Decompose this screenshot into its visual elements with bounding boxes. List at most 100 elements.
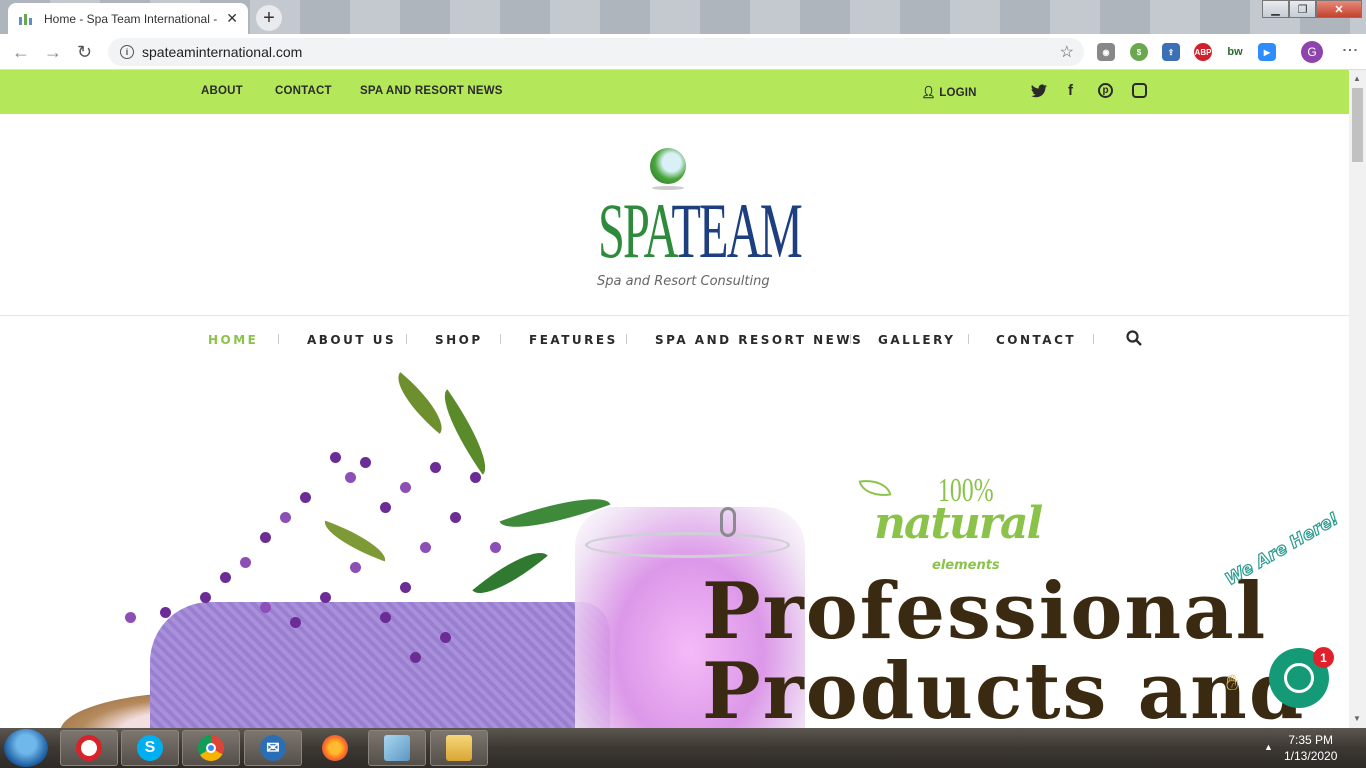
headline-line-1: Professional bbox=[702, 566, 1268, 657]
jar-clasp bbox=[720, 507, 736, 537]
bw-extension-icon[interactable]: bw bbox=[1226, 43, 1244, 61]
clock-date: 1/13/2020 bbox=[1284, 749, 1338, 763]
hero-banner: 100% natural elements Professional Produ… bbox=[0, 362, 1349, 728]
bookmark-star-icon[interactable]: ☆ bbox=[1060, 42, 1074, 62]
headline-line-2: Products and bbox=[702, 646, 1306, 729]
scroll-up-icon[interactable]: ▲ bbox=[1353, 74, 1361, 83]
page-viewport: ABOUT CONTACT SPA AND RESORT NEWS 👤︎ LOG… bbox=[0, 70, 1349, 728]
nav-shop[interactable]: SHOP bbox=[435, 333, 483, 347]
lavender-bud bbox=[410, 652, 421, 663]
lavender-bud bbox=[280, 512, 291, 523]
topbar-link-contact[interactable]: CONTACT bbox=[275, 85, 332, 97]
browser-menu-icon[interactable]: ⋮ bbox=[1340, 42, 1359, 56]
logo-drop-icon bbox=[650, 148, 686, 184]
lavender-bud bbox=[260, 602, 271, 613]
window-controls: ▁ ❐ ✕ bbox=[1262, 0, 1362, 18]
nav-separator bbox=[278, 334, 279, 344]
system-clock[interactable]: 7:35 PM 1/13/2020 bbox=[1284, 732, 1337, 764]
nav-about-us[interactable]: ABOUT US bbox=[307, 333, 396, 347]
coupon-extension-icon[interactable]: $ bbox=[1130, 43, 1148, 61]
lavender-bud bbox=[240, 557, 251, 568]
instagram-icon[interactable] bbox=[1132, 83, 1147, 98]
twitter-icon[interactable] bbox=[1031, 84, 1047, 98]
lavender-bud bbox=[330, 452, 341, 463]
natural-elements-badge: 100% natural elements bbox=[858, 472, 1043, 573]
hero-headline: Professional Products and bbox=[702, 566, 1306, 729]
active-tab[interactable]: Home - Spa Team International - ✕ bbox=[8, 3, 248, 34]
new-tab-button[interactable]: + bbox=[256, 5, 282, 31]
address-bar[interactable]: i spateaminternational.com ☆ bbox=[108, 38, 1084, 66]
leaf-icon bbox=[858, 475, 892, 501]
close-tab-icon[interactable]: ✕ bbox=[226, 10, 238, 27]
lavender-bud bbox=[200, 592, 211, 603]
facebook-icon[interactable]: f bbox=[1068, 82, 1073, 99]
start-button[interactable] bbox=[4, 729, 48, 767]
lavender-bud bbox=[160, 607, 171, 618]
nav-home[interactable]: HOME bbox=[208, 333, 258, 347]
upload-extension-icon[interactable]: ⇪ bbox=[1162, 43, 1180, 61]
reload-icon[interactable]: ↻ bbox=[77, 42, 92, 63]
nav-features[interactable]: FEATURES bbox=[529, 333, 618, 347]
leaf bbox=[472, 538, 548, 608]
nav-separator bbox=[406, 334, 407, 344]
taskbar-notepad[interactable] bbox=[368, 730, 426, 766]
clock-time: 7:35 PM bbox=[1288, 733, 1334, 747]
taskbar-file-explorer[interactable] bbox=[430, 730, 488, 766]
chrome-icon bbox=[198, 735, 224, 761]
thunderbird-icon: ✉ bbox=[260, 735, 286, 761]
pinterest-icon[interactable]: p bbox=[1098, 83, 1113, 98]
login-link[interactable]: 👤︎ LOGIN bbox=[921, 85, 977, 99]
lavender-bud bbox=[420, 542, 431, 553]
lavender-bud bbox=[490, 542, 501, 553]
nav-separator bbox=[500, 334, 501, 344]
topbar-link-about[interactable]: ABOUT bbox=[201, 85, 243, 97]
tab-title: Home - Spa Team International - bbox=[44, 11, 218, 26]
nav-separator bbox=[850, 334, 851, 344]
camera-extension-icon[interactable]: ◉ bbox=[1097, 43, 1115, 61]
nav-separator bbox=[626, 334, 627, 344]
maximize-button[interactable]: ❐ bbox=[1289, 0, 1316, 18]
lavender-bud bbox=[125, 612, 136, 623]
lavender-bud bbox=[290, 617, 301, 628]
window-close-button[interactable]: ✕ bbox=[1316, 0, 1362, 18]
taskbar-firefox[interactable] bbox=[306, 730, 364, 766]
lavender-bud bbox=[260, 532, 271, 543]
skype-icon: S bbox=[137, 735, 163, 761]
nav-contact[interactable]: CONTACT bbox=[996, 333, 1076, 347]
login-label: LOGIN bbox=[939, 87, 977, 99]
browser-toolbar: ← → ↻ i spateaminternational.com ☆ ◉ $ ⇪… bbox=[0, 34, 1366, 70]
page-scrollbar[interactable]: ▲ ▼ bbox=[1349, 70, 1366, 728]
nav-gallery[interactable]: GALLERY bbox=[878, 333, 955, 347]
site-info-icon[interactable]: i bbox=[120, 45, 134, 59]
zoom-extension-icon[interactable]: ▶ bbox=[1258, 43, 1276, 61]
topbar-link-spa-news[interactable]: SPA AND RESORT NEWS bbox=[360, 85, 503, 97]
chat-bubble-icon bbox=[1284, 663, 1314, 693]
windows-taskbar: S ✉ ▲ 7:35 PM 1/13/2020 bbox=[0, 728, 1366, 768]
nav-separator bbox=[1093, 334, 1094, 344]
adblock-plus-icon[interactable]: ABP bbox=[1194, 43, 1212, 61]
forward-arrow-icon[interactable]: → bbox=[44, 42, 62, 63]
nav-spa-resort-news[interactable]: SPA AND RESORT NEWS bbox=[655, 333, 863, 347]
lavender-bud bbox=[220, 572, 231, 583]
jar-rim bbox=[585, 532, 790, 558]
lavender-bud bbox=[360, 457, 371, 468]
folder-icon bbox=[446, 735, 472, 761]
show-hidden-icons-icon[interactable]: ▲ bbox=[1264, 742, 1273, 752]
back-arrow-icon[interactable]: ← bbox=[12, 42, 30, 63]
logo-tagline: Spa and Resort Consulting bbox=[597, 274, 770, 289]
tab-strip: Home - Spa Team International - ✕ + ▁ ❐ … bbox=[0, 0, 1366, 34]
taskbar-chrome[interactable] bbox=[182, 730, 240, 766]
scrollbar-thumb[interactable] bbox=[1352, 88, 1363, 162]
profile-avatar[interactable]: G bbox=[1301, 41, 1323, 63]
logo-team: TEAM bbox=[671, 187, 802, 274]
taskbar-skype[interactable]: S bbox=[121, 730, 179, 766]
search-icon[interactable] bbox=[1126, 330, 1142, 346]
lavender-bud bbox=[400, 482, 411, 493]
taskbar-opera[interactable] bbox=[60, 730, 118, 766]
firefox-icon bbox=[322, 735, 348, 761]
badge-word: natural bbox=[874, 498, 1043, 549]
site-header: SPATEAM Spa and Resort Consulting bbox=[0, 114, 1349, 316]
minimize-button[interactable]: ▁ bbox=[1262, 0, 1289, 18]
scroll-down-icon[interactable]: ▼ bbox=[1353, 714, 1361, 723]
taskbar-thunderbird[interactable]: ✉ bbox=[244, 730, 302, 766]
